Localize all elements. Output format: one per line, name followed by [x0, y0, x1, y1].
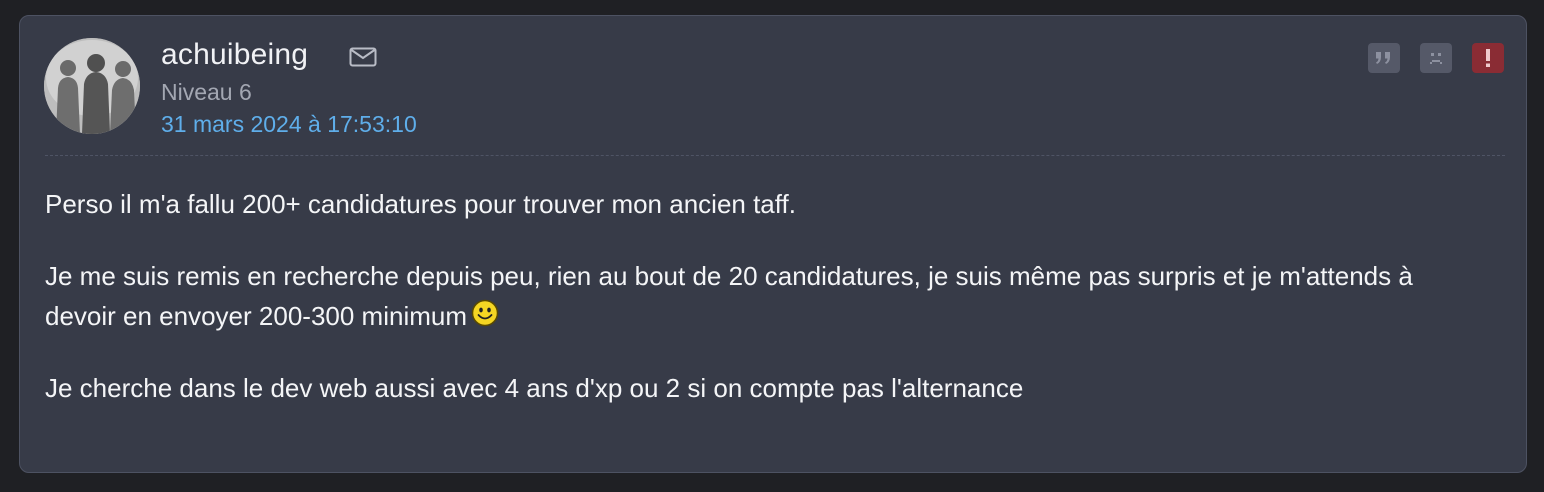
post-paragraph-3: Je cherche dans le dev web aussi avec 4 … [45, 368, 1485, 408]
sad-face-icon [1430, 53, 1442, 64]
avatar[interactable] [44, 38, 140, 134]
paragraph-text: Perso il m'a fallu 200+ candidatures pou… [45, 189, 796, 219]
post-paragraph-2: Je me suis remis en recherche depuis peu… [45, 256, 1485, 336]
exclamation-icon [1486, 49, 1490, 67]
report-button[interactable] [1472, 43, 1504, 73]
paragraph-text: Je cherche dans le dev web aussi avec 4 … [45, 373, 1024, 403]
post-date-link[interactable]: 31 mars 2024 à 17:53:10 [161, 111, 417, 138]
mail-icon[interactable] [349, 47, 377, 67]
smiley-emoji [471, 298, 499, 327]
user-level: Niveau 6 [161, 79, 252, 105]
post-paragraph-1: Perso il m'a fallu 200+ candidatures pou… [45, 184, 1485, 224]
quote-button[interactable] [1368, 43, 1400, 73]
sad-reaction-button[interactable] [1420, 43, 1452, 73]
avatar-image [44, 38, 140, 134]
post-body: Perso il m'a fallu 200+ candidatures pou… [45, 184, 1485, 440]
paragraph-text: Je me suis remis en recherche depuis peu… [45, 261, 1413, 331]
forum-post: achuibeing Niveau 6 31 mars 2024 à 17:53… [19, 15, 1527, 473]
header-divider [45, 155, 1505, 156]
quote-icon [1376, 52, 1390, 64]
username[interactable]: achuibeing [161, 38, 308, 72]
